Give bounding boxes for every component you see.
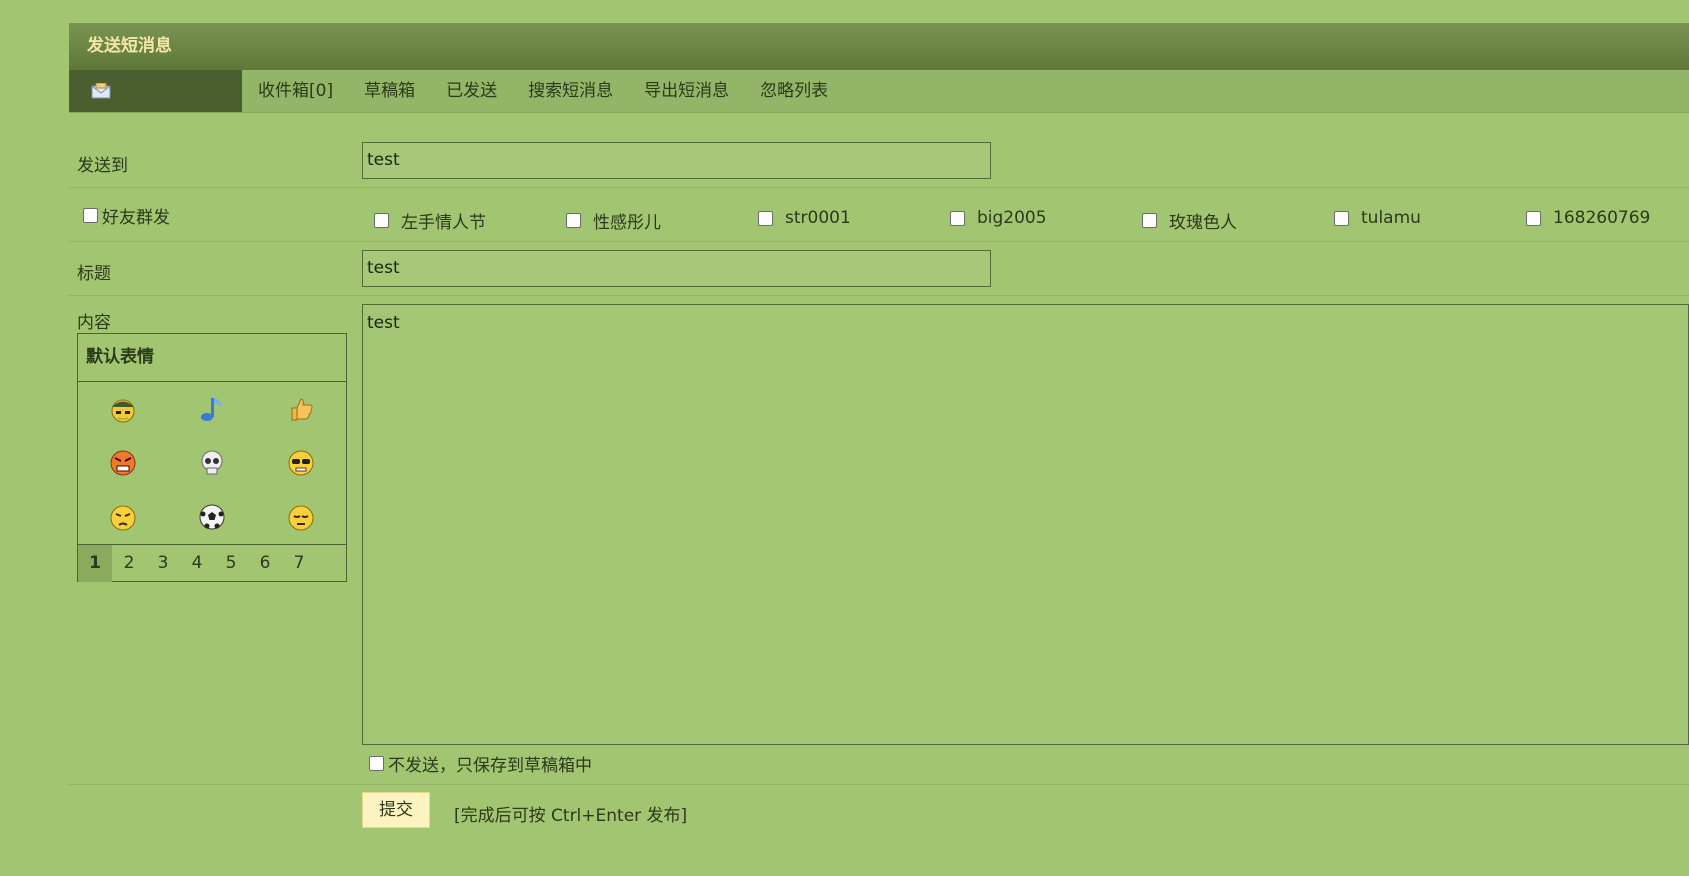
nav-inbox[interactable]: 收件箱[0] xyxy=(258,70,333,112)
smiley-page-7[interactable]: 7 xyxy=(282,545,316,582)
smiley-page-3[interactable]: 3 xyxy=(146,545,180,582)
group-send-checkbox[interactable] xyxy=(83,208,98,223)
friend-checkbox[interactable] xyxy=(1142,213,1157,228)
friend-label: 168260769 xyxy=(1553,208,1651,228)
friend-checkbox[interactable] xyxy=(1526,210,1541,226)
smiley-page-2[interactable]: 2 xyxy=(112,545,146,582)
friend-option: 性感彤儿 xyxy=(566,208,661,233)
friend-checkbox[interactable] xyxy=(950,210,965,226)
friend-option: tulamu xyxy=(1334,208,1421,228)
friend-checkbox[interactable] xyxy=(374,213,389,228)
submit-hint: [完成后可按 Ctrl+Enter 发布] xyxy=(454,806,688,826)
smiley-page-4[interactable]: 4 xyxy=(180,545,214,582)
smiley-pagination: 1 2 3 4 5 6 7 xyxy=(78,544,346,582)
nav-sent[interactable]: 已发送 xyxy=(446,70,497,112)
friend-option: 玫瑰色人 xyxy=(1142,208,1237,233)
subject-label: 标题 xyxy=(77,264,111,284)
sleepy-smiley-icon[interactable] xyxy=(257,490,346,544)
nav-search[interactable]: 搜索短消息 xyxy=(528,70,613,112)
smiley-page-6[interactable]: 6 xyxy=(248,545,282,582)
smiley-page-1[interactable]: 1 xyxy=(78,545,112,582)
soccer-ball-icon[interactable] xyxy=(167,490,256,544)
friend-label: 性感彤儿 xyxy=(593,213,661,233)
friend-checkbox[interactable] xyxy=(758,210,773,226)
send-to-label: 发送到 xyxy=(77,156,128,176)
skull-icon[interactable] xyxy=(167,436,256,490)
smiley-panel-title: 默认表情 xyxy=(78,334,346,382)
friend-label: 左手情人节 xyxy=(401,213,486,233)
smiley-grid xyxy=(78,382,346,544)
page-title: 发送短消息 xyxy=(69,23,1689,70)
friend-label: big2005 xyxy=(977,208,1047,228)
content-label: 内容 xyxy=(77,313,111,333)
annoyed-smiley-icon[interactable] xyxy=(78,490,167,544)
friend-option: big2005 xyxy=(950,208,1047,228)
nav-drafts[interactable]: 草稿箱 xyxy=(364,70,415,112)
row-divider xyxy=(69,241,1689,242)
send-to-input[interactable]: test xyxy=(362,142,991,179)
cool-smiley-icon[interactable] xyxy=(257,436,346,490)
soldier-smiley-icon[interactable] xyxy=(78,382,167,436)
smiley-panel: 默认表情 1 2 3 4 5 6 7 xyxy=(77,333,347,582)
friend-label: 玫瑰色人 xyxy=(1169,213,1237,233)
row-divider xyxy=(69,295,1689,296)
envelope-icon xyxy=(91,83,111,99)
smiley-page-5[interactable]: 5 xyxy=(214,545,248,582)
nav-ignore-list[interactable]: 忽略列表 xyxy=(760,70,828,112)
save-draft-checkbox[interactable] xyxy=(369,756,384,771)
save-draft-label: 不发送，只保存到草稿箱中 xyxy=(388,756,592,776)
nav-links: 收件箱[0] 草稿箱 已发送 搜索短消息 导出短消息 忽略列表 xyxy=(258,70,859,112)
thumbs-up-icon[interactable] xyxy=(257,382,346,436)
angry-smiley-icon[interactable] xyxy=(78,436,167,490)
friend-checkbox[interactable] xyxy=(566,213,581,228)
subject-input[interactable]: test xyxy=(362,250,991,287)
save-draft-option: 不发送，只保存到草稿箱中 xyxy=(369,751,592,776)
friend-option: str0001 xyxy=(758,208,851,228)
music-note-icon[interactable] xyxy=(167,382,256,436)
friend-checkbox[interactable] xyxy=(1334,210,1349,226)
message-nav: 收件箱[0] 草稿箱 已发送 搜索短消息 导出短消息 忽略列表 xyxy=(69,70,1689,113)
content-textarea[interactable]: test xyxy=(362,304,1689,745)
group-send-label: 好友群发 xyxy=(102,208,170,228)
submit-button[interactable]: 提交 xyxy=(362,792,430,828)
friend-label: tulamu xyxy=(1361,208,1421,228)
group-send-option: 好友群发 xyxy=(83,203,170,228)
nav-export[interactable]: 导出短消息 xyxy=(644,70,729,112)
friend-option: 左手情人节 xyxy=(374,208,486,233)
nav-icon-cell xyxy=(69,70,242,112)
friend-option: 168260769 xyxy=(1526,208,1650,228)
row-divider xyxy=(69,187,1689,188)
row-divider xyxy=(69,784,1689,785)
friend-label: str0001 xyxy=(785,208,851,228)
